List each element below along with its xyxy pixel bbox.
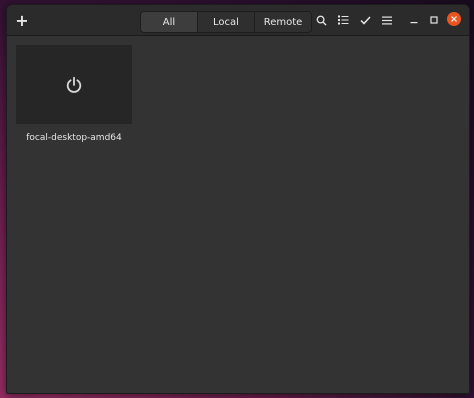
main-menu-button[interactable]: [376, 9, 398, 31]
minimize-button[interactable]: [403, 9, 425, 31]
hamburger-menu-icon: [382, 16, 392, 24]
header-bar: + All Local Remote: [7, 5, 469, 36]
select-checkmark-icon: [359, 15, 371, 25]
search-icon: [316, 15, 327, 26]
machines-grid: focal-desktop-amd64: [7, 36, 469, 393]
close-icon: [451, 16, 457, 22]
machine-name: focal-desktop-amd64: [26, 133, 122, 143]
maximize-icon: [430, 16, 438, 24]
plus-icon: +: [15, 10, 29, 30]
machine-thumbnail[interactable]: [16, 45, 132, 124]
machine-tile[interactable]: focal-desktop-amd64: [16, 45, 132, 143]
minimize-icon: [410, 22, 418, 24]
list-view-button[interactable]: [332, 9, 354, 31]
selection-mode-button[interactable]: [354, 9, 376, 31]
tab-local[interactable]: Local: [198, 12, 255, 32]
power-icon: [66, 76, 82, 93]
tab-remote[interactable]: Remote: [255, 12, 311, 32]
tab-all-label: All: [162, 16, 176, 28]
search-button[interactable]: [310, 9, 332, 31]
list-view-icon: [337, 15, 348, 25]
tab-remote-label: Remote: [263, 16, 303, 28]
tab-all[interactable]: All: [141, 12, 198, 32]
tab-local-label: Local: [213, 16, 239, 28]
maximize-button[interactable]: [423, 9, 445, 31]
new-box-button[interactable]: +: [11, 9, 33, 31]
close-button[interactable]: [447, 12, 461, 26]
boxes-window: + All Local Remote focal-desktop-amd64: [6, 4, 470, 394]
collection-filter-switcher: All Local Remote: [140, 11, 312, 33]
